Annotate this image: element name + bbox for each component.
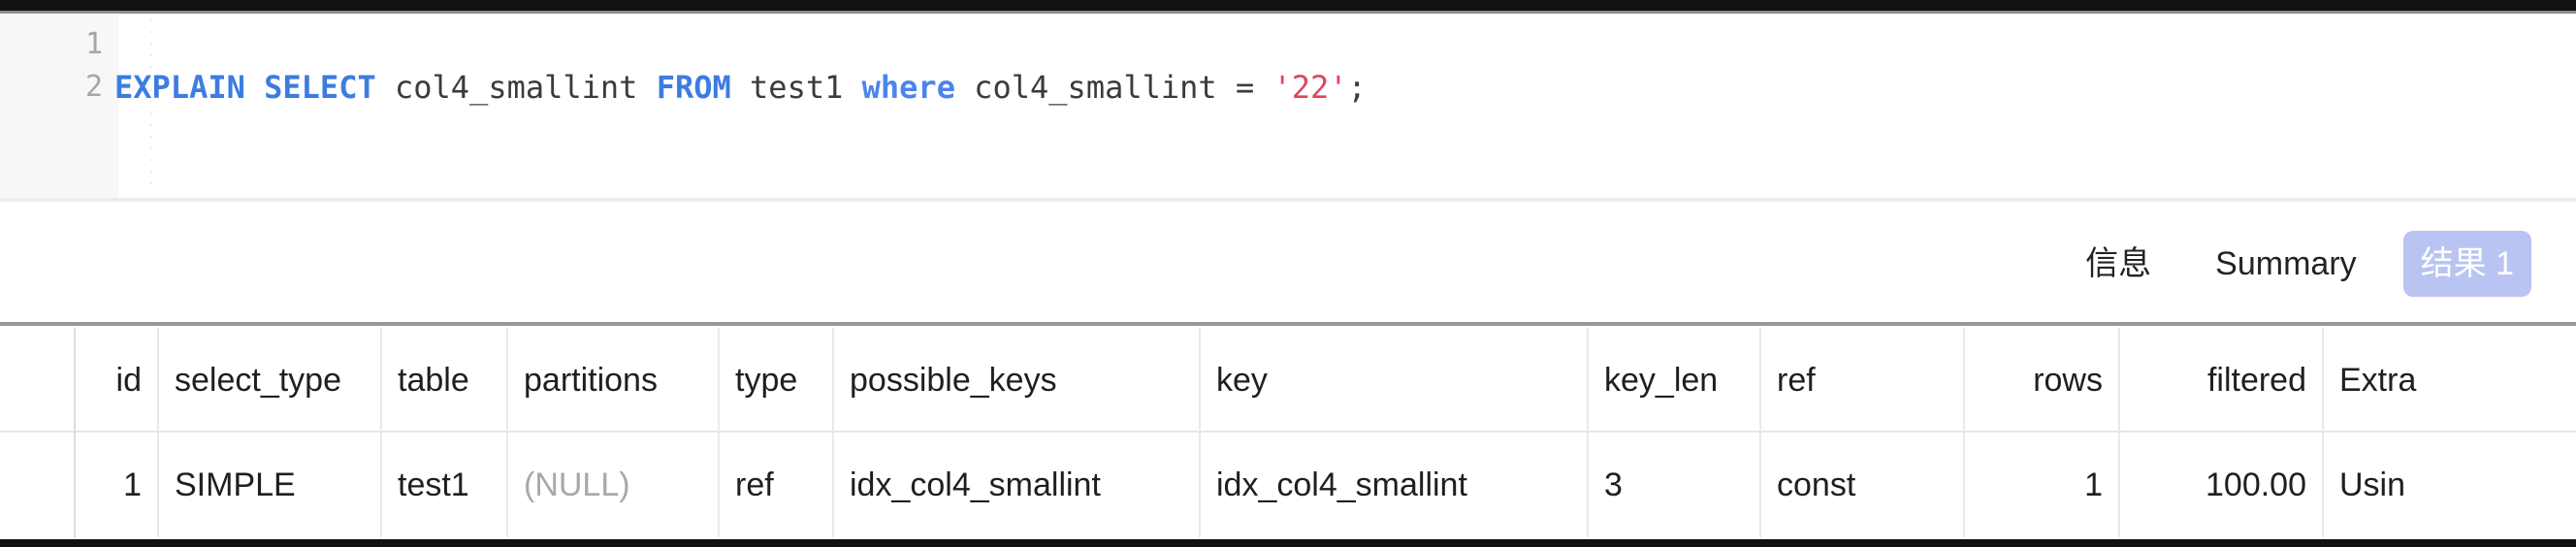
column-header-key_len[interactable]: key_len bbox=[1589, 328, 1761, 433]
sql-token-14: = bbox=[1235, 69, 1255, 106]
tab-1[interactable]: Summary bbox=[2198, 231, 2373, 297]
column-header-ref[interactable]: ref bbox=[1761, 328, 1965, 433]
tab-2[interactable]: 结果 1 bbox=[2402, 231, 2531, 297]
table-row[interactable]: 1 SIMPLE test1 (NULL) ref idx_col4_smallint id… bbox=[0, 433, 2576, 537]
column-header-key[interactable]: key bbox=[1201, 328, 1589, 433]
sql-token-5 bbox=[637, 69, 656, 106]
sql-token-15 bbox=[1254, 69, 1272, 106]
cell-possible_keys[interactable]: idx_col4_smallint bbox=[834, 433, 1201, 537]
column-header-table[interactable]: table bbox=[382, 328, 508, 433]
column-header-Extra[interactable]: Extra bbox=[2324, 328, 2576, 433]
sql-token-8: test1 bbox=[750, 69, 844, 106]
sql-token-1 bbox=[245, 69, 264, 106]
column-header-filtered[interactable]: filtered bbox=[2120, 328, 2324, 433]
cell-partitions[interactable]: (NULL) bbox=[508, 433, 720, 537]
cell-ref[interactable]: const bbox=[1761, 433, 1965, 537]
cell-type[interactable]: ref bbox=[720, 433, 834, 537]
sql-token-6: FROM bbox=[656, 69, 731, 106]
row-selector-cell[interactable] bbox=[0, 433, 76, 537]
line-number-1: 1 bbox=[84, 27, 103, 61]
sql-token-7 bbox=[731, 69, 750, 106]
column-header-rows[interactable]: rows bbox=[1965, 328, 2120, 433]
sql-token-17: ; bbox=[1347, 69, 1367, 106]
cell-select_type[interactable]: SIMPLE bbox=[159, 433, 382, 537]
cell-Extra[interactable]: Usin bbox=[2324, 433, 2576, 537]
sql-token-2: SELECT bbox=[264, 69, 376, 106]
column-header-select_type[interactable]: select_type bbox=[159, 328, 382, 433]
sql-token-11 bbox=[955, 69, 974, 106]
result-grid[interactable]: id select_type table partitions type possible… bbox=[0, 328, 2576, 539]
sql-client-window: 1 2 EXPLAIN SELECT col4_smallint FROM te… bbox=[0, 0, 2576, 547]
window-bottom-bar bbox=[0, 539, 2576, 547]
sql-token-0: EXPLAIN bbox=[114, 69, 245, 106]
cell-id[interactable]: 1 bbox=[76, 433, 159, 537]
column-header-partitions[interactable]: partitions bbox=[508, 328, 720, 433]
column-header-type[interactable]: type bbox=[720, 328, 834, 433]
cell-key[interactable]: idx_col4_smallint bbox=[1201, 433, 1589, 537]
sql-token-9 bbox=[843, 69, 861, 106]
editor-line-number-gutter: 1 2 bbox=[0, 14, 118, 198]
row-selector-header[interactable] bbox=[0, 328, 76, 433]
cell-table[interactable]: test1 bbox=[382, 433, 508, 537]
column-header-id[interactable]: id bbox=[76, 328, 159, 433]
sql-token-16: '22' bbox=[1272, 69, 1348, 106]
cell-filtered[interactable]: 100.00 bbox=[2120, 433, 2324, 537]
sql-code-line[interactable]: EXPLAIN SELECT col4_smallint FROM test1 … bbox=[114, 66, 1367, 109]
window-top-bar bbox=[0, 0, 2576, 11]
cell-key_len[interactable]: 3 bbox=[1589, 433, 1761, 537]
sql-token-3 bbox=[376, 69, 395, 106]
sql-editor[interactable]: 1 2 EXPLAIN SELECT col4_smallint FROM te… bbox=[0, 14, 2576, 198]
sql-token-4: col4_smallint bbox=[394, 69, 638, 106]
cell-rows[interactable]: 1 bbox=[1965, 433, 2120, 537]
tab-bar-bottom-divider bbox=[0, 322, 2576, 326]
line-number-2: 2 bbox=[84, 70, 103, 104]
tab-0[interactable]: 信息 bbox=[2068, 231, 2169, 297]
table-header-row: id select_type table partitions type possible… bbox=[0, 328, 2576, 433]
sql-token-10: where bbox=[861, 69, 955, 106]
sql-token-13 bbox=[1217, 69, 1236, 106]
column-header-possible_keys[interactable]: possible_keys bbox=[834, 328, 1201, 433]
sql-token-12: col4_smallint bbox=[974, 69, 1217, 106]
tab-3[interactable]: 剖 bbox=[2560, 231, 2576, 297]
result-tab-bar: 信息 Summary 结果 1 剖 bbox=[0, 202, 2576, 326]
